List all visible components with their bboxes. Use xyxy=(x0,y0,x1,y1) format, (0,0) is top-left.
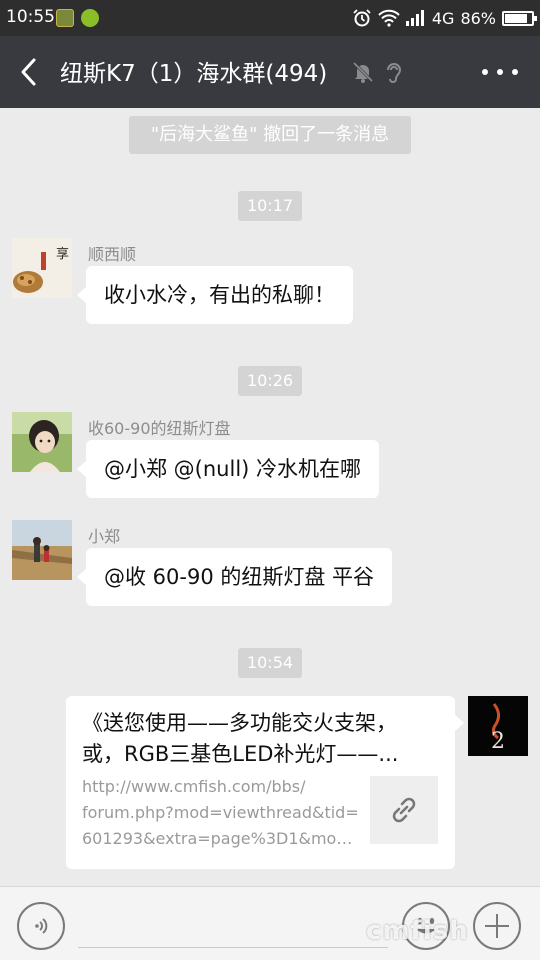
status-indicators: 4G 86% xyxy=(352,6,537,30)
status-bar: 10:55 4G 86% xyxy=(0,0,540,36)
avatar[interactable]: 2 xyxy=(468,696,528,756)
avatar-image xyxy=(12,520,72,580)
avatar[interactable] xyxy=(12,520,72,580)
avatar[interactable] xyxy=(12,412,72,472)
more-dots-icon[interactable] xyxy=(482,66,518,78)
link-card-url-line: forum.php?mod=viewthread&tid= xyxy=(82,803,359,822)
battery-percent: 86% xyxy=(460,8,496,28)
link-card-title-line: 《送您使用——多功能交火支架， xyxy=(82,711,397,735)
link-chain-icon xyxy=(392,797,416,823)
sender-name: 顺西顺 xyxy=(88,245,137,264)
app-notification-icon-2 xyxy=(81,9,99,27)
recall-notice: "后海大鲨鱼" 撤回了一条消息 xyxy=(129,116,411,154)
link-card-title: 《送您使用——多功能交火支架， 或，RGB三基色LED补光灯——... xyxy=(82,708,432,770)
link-card-url: http://www.cmfish.com/bbs/ forum.php?mod… xyxy=(82,774,362,852)
wifi-icon xyxy=(378,9,400,27)
avatar-image: 2 xyxy=(468,696,528,756)
mute-bell-icon xyxy=(352,61,374,83)
sender-name: 收60-90的纽斯灯盘 xyxy=(88,419,231,438)
watermark: cmfish xyxy=(366,916,469,946)
avatar-image xyxy=(12,412,72,472)
chat-title: 纽斯K7（1）海水群(494) xyxy=(60,61,328,87)
message-input[interactable] xyxy=(78,947,388,948)
avatar[interactable]: 享 神奇 xyxy=(12,238,72,298)
message-bubble[interactable]: @小郑 @(null) 冷水机在哪 xyxy=(76,440,380,498)
earpiece-icon xyxy=(387,63,402,83)
avatar-text: 享 神奇 xyxy=(56,246,72,262)
message-bubble[interactable]: 收小水冷，有出的私聊！ xyxy=(77,266,353,324)
battery-icon xyxy=(502,10,537,26)
voice-wave-icon xyxy=(35,918,48,934)
link-card-message[interactable]: 《送您使用——多功能交火支架， 或，RGB三基色LED补光灯——... http… xyxy=(66,696,464,869)
status-time: 10:55 xyxy=(6,7,55,27)
back-arrow-icon[interactable] xyxy=(14,54,46,90)
app-notification-icon xyxy=(56,9,74,27)
avatar-image: 享 神奇 xyxy=(12,238,72,298)
time-label: 10:17 xyxy=(238,191,302,221)
link-card-url-line: 601293&extra=page%3D1&mobil... xyxy=(82,829,362,848)
voice-icon[interactable] xyxy=(17,902,65,950)
link-card-title-line: 或，RGB三基色LED补光灯——... xyxy=(82,742,399,766)
avatar-text: 2 xyxy=(491,729,505,754)
chat-header: 纽斯K7（1）海水群(494) xyxy=(0,36,540,108)
alarm-clock-icon xyxy=(353,9,371,27)
battery-level xyxy=(505,13,528,23)
sender-name: 小郑 xyxy=(88,527,121,546)
time-label: 10:54 xyxy=(238,648,302,678)
link-thumbnail xyxy=(370,776,438,844)
network-type: 4G xyxy=(431,8,455,28)
link-card-url-line: http://www.cmfish.com/bbs/ xyxy=(82,777,306,796)
message-bubble[interactable]: @收 60-90 的纽斯灯盘 平谷 xyxy=(76,548,393,606)
signal-icon xyxy=(405,10,424,26)
plus-icon[interactable] xyxy=(473,902,521,950)
time-label: 10:26 xyxy=(238,366,302,396)
